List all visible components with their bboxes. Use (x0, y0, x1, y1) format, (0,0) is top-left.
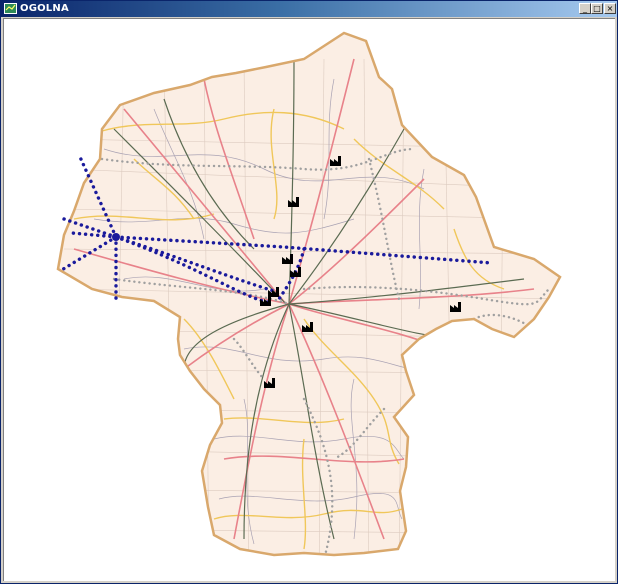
close-button[interactable]: × (604, 3, 616, 14)
route-hub[interactable] (112, 233, 120, 241)
minimize-button[interactable]: _ (579, 3, 591, 14)
title-bar[interactable]: OGOLNA _ □ × (1, 1, 617, 17)
window-title: OGOLNA (20, 3, 69, 14)
map-window-icon (4, 3, 17, 14)
map-window: OGOLNA _ □ × (0, 0, 618, 584)
region-map[interactable] (4, 19, 615, 581)
map-view[interactable] (3, 18, 615, 581)
maximize-button[interactable]: □ (591, 3, 603, 14)
